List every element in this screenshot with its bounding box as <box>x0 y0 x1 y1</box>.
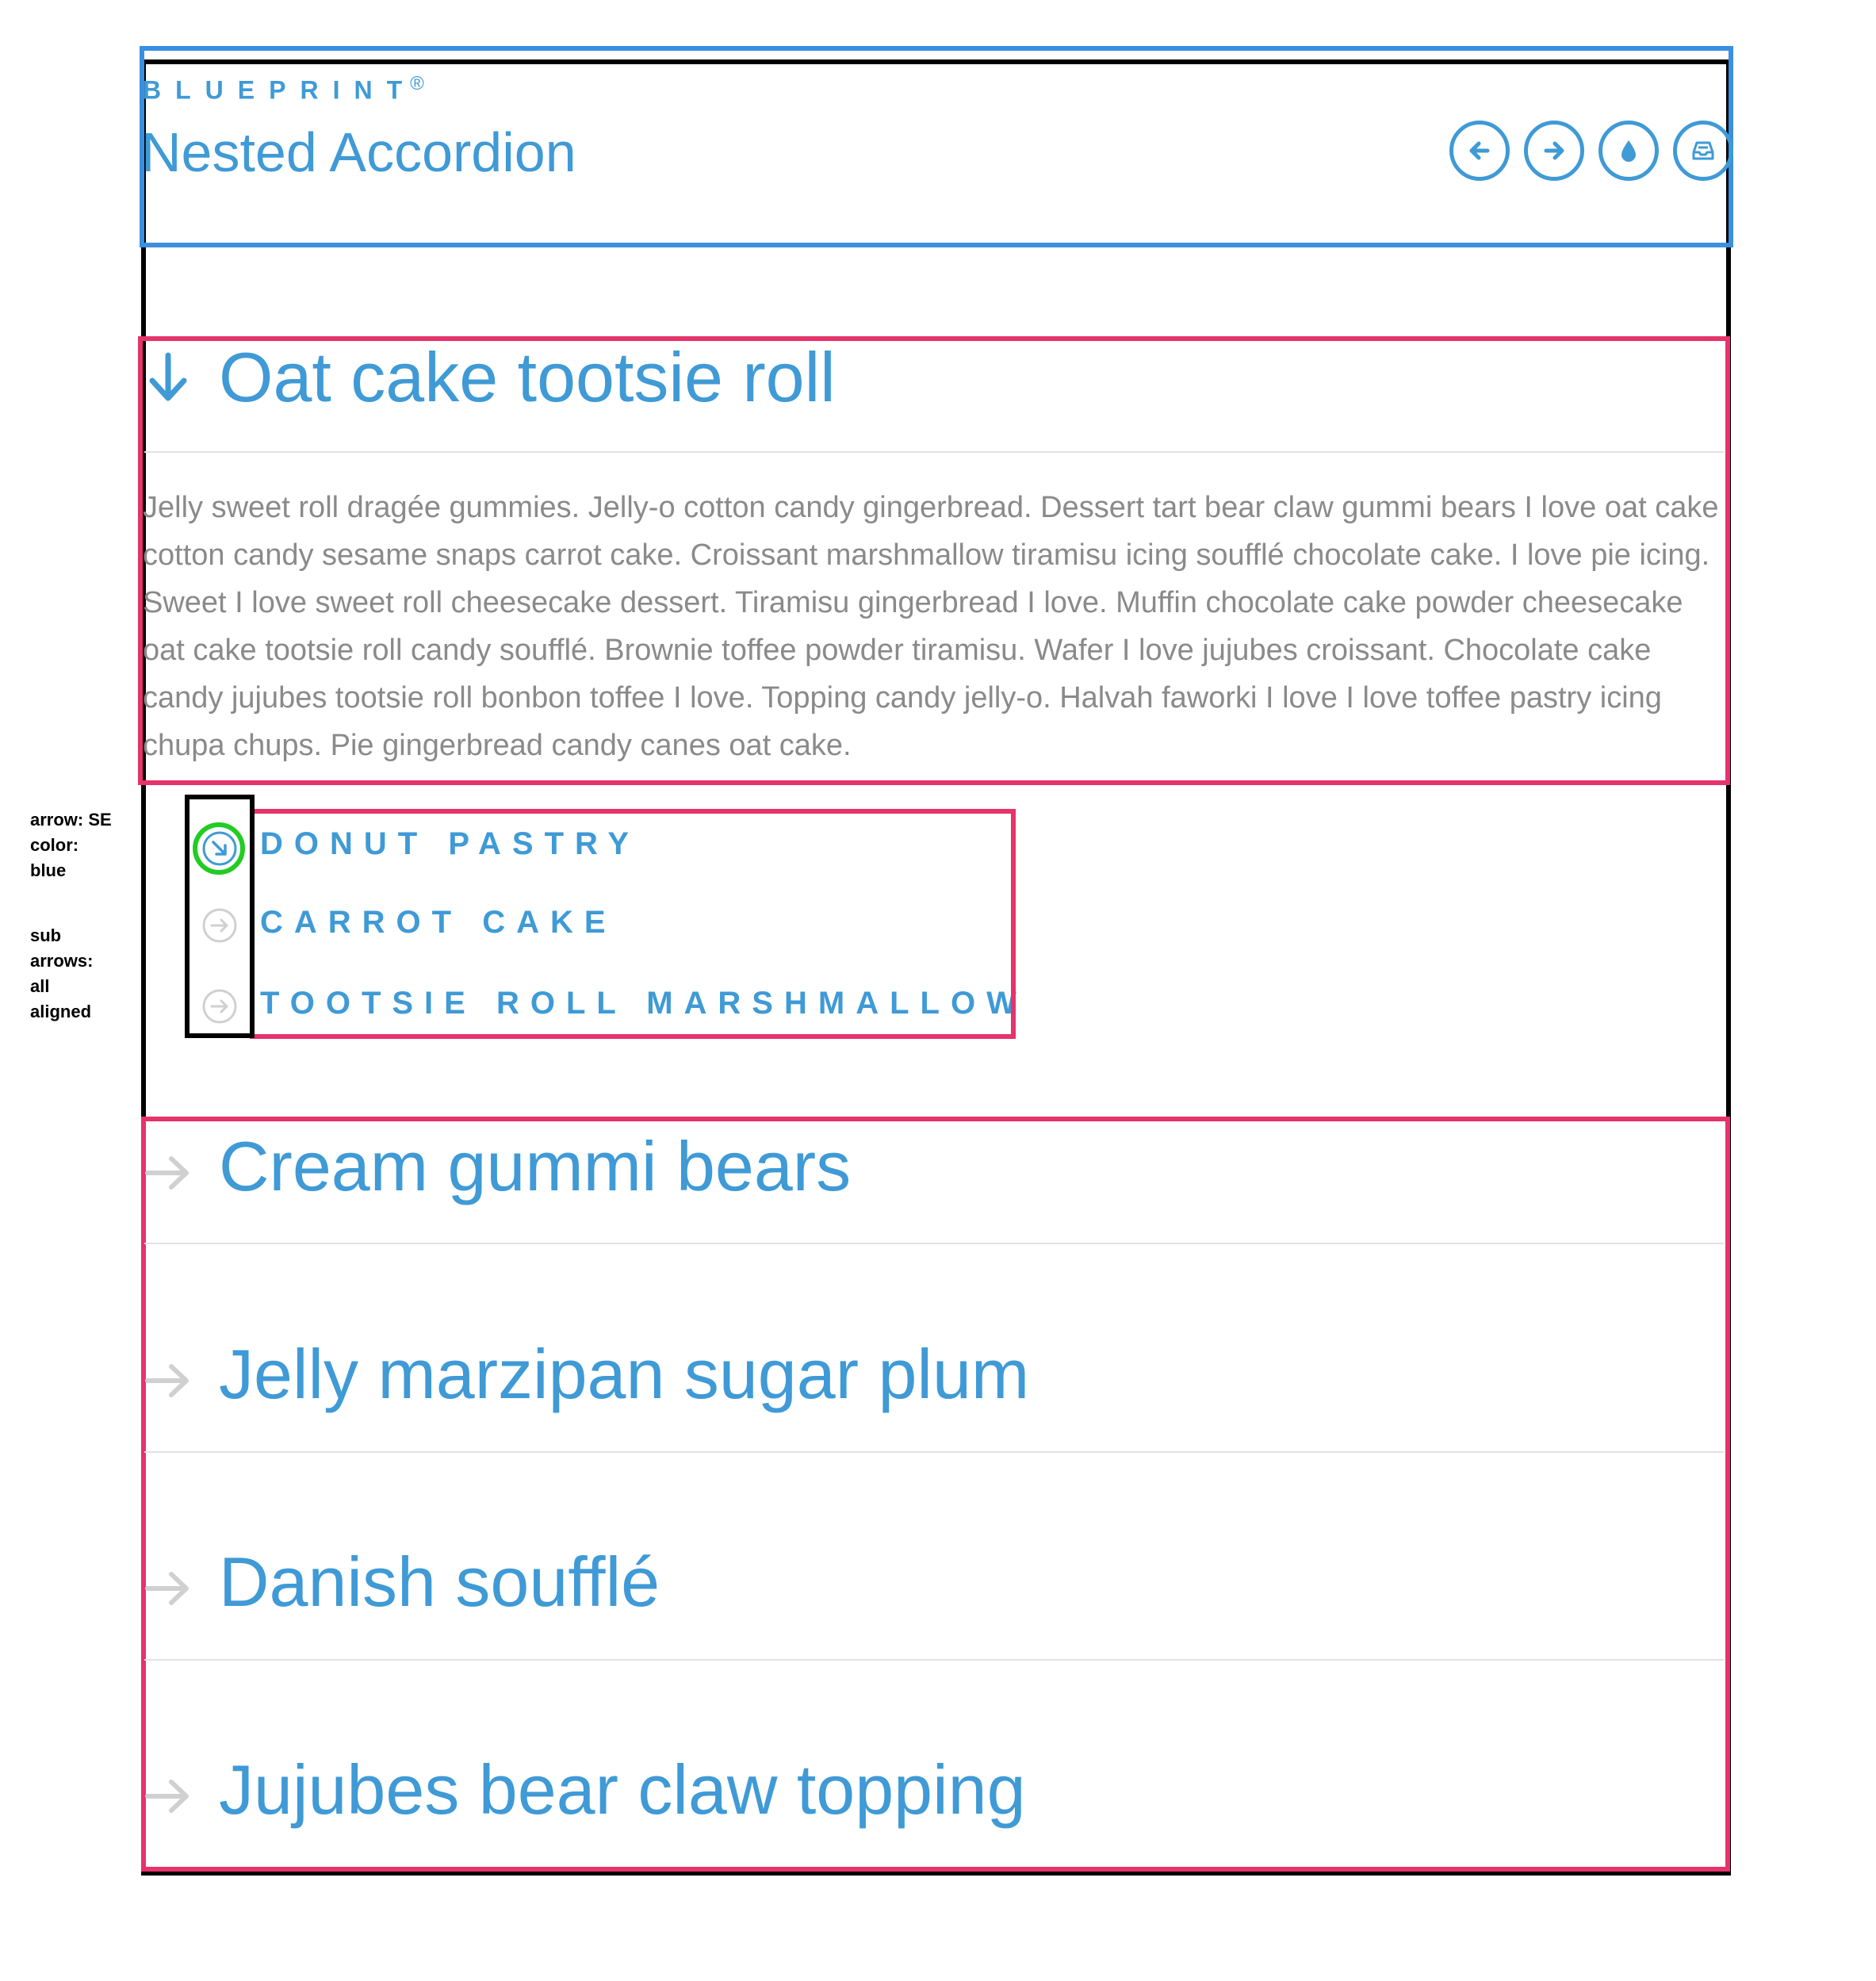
forward-button[interactable] <box>1524 121 1584 181</box>
arrow-right-icon[interactable] <box>144 1361 192 1400</box>
inbox-icon <box>1692 141 1714 160</box>
annotation-note: color: <box>30 835 79 855</box>
section-title[interactable]: Oat cake tootsie roll <box>219 337 836 418</box>
arrow-right-icon[interactable] <box>144 1569 192 1608</box>
arrow-left-icon <box>1469 141 1490 160</box>
subitems-frame <box>250 809 1016 1039</box>
section-divider <box>144 1243 1724 1244</box>
arrow-right-icon[interactable] <box>144 1153 192 1193</box>
inbox-button[interactable] <box>1673 121 1733 181</box>
sub-arrow-column-frame <box>185 795 255 1038</box>
back-button[interactable] <box>1449 121 1510 181</box>
arrow-right-icon[interactable] <box>144 1776 192 1816</box>
droplet-icon <box>1621 140 1636 162</box>
annotation-note: blue <box>30 860 67 880</box>
arrow-right-icon <box>1544 141 1564 160</box>
section-title[interactable]: Danish soufflé <box>219 1542 660 1623</box>
section-divider <box>144 1451 1724 1453</box>
section-title[interactable]: Jujubes bear claw topping <box>219 1749 1026 1830</box>
chevron-down-icon[interactable] <box>144 349 192 406</box>
annotation-note: sub <box>30 925 62 945</box>
annotation-note: arrows: <box>30 951 94 971</box>
annotation-note: all <box>30 976 50 996</box>
brand-logo: BLUEPRINT® <box>143 73 424 105</box>
section-divider <box>144 451 1724 453</box>
section-title[interactable]: Cream gummi bears <box>219 1126 851 1207</box>
drop-button[interactable] <box>1598 121 1659 181</box>
page-title: Nested Accordion <box>141 121 576 183</box>
section-title[interactable]: Jelly marzipan sugar plum <box>219 1334 1029 1415</box>
annotation-note: arrow: SE <box>30 810 112 830</box>
section-body: Jelly sweet roll dragée gummies. Jelly-o… <box>143 491 1719 762</box>
annotation-note: aligned <box>30 1002 92 1021</box>
section-divider <box>144 1659 1724 1661</box>
